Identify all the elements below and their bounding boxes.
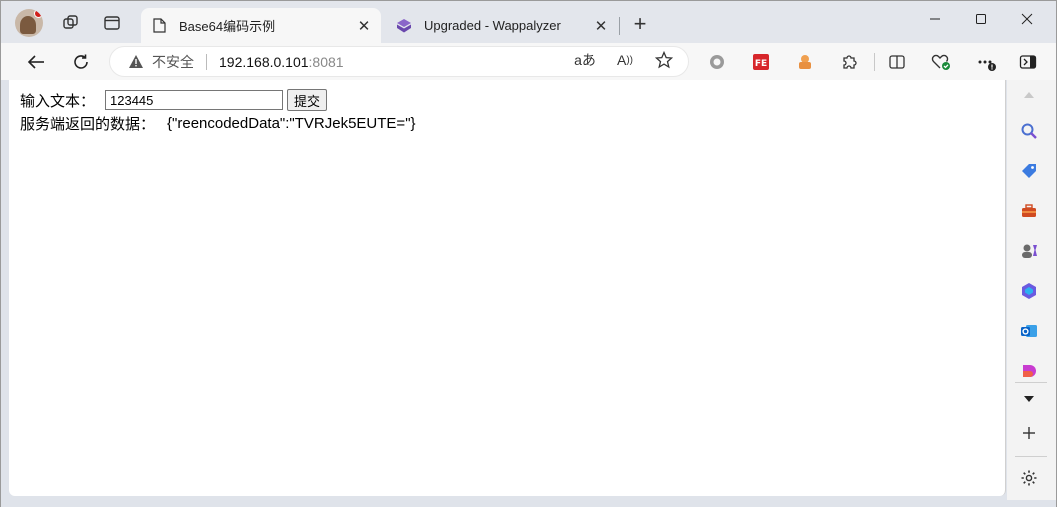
settings-gear-icon[interactable] [1018,467,1040,489]
extensions-puzzle-icon[interactable] [839,52,859,72]
response-label: 服务端返回的数据： [20,115,156,133]
security-label[interactable]: 不安全 [152,52,194,72]
workspaces-icon[interactable] [60,12,82,34]
response-row: 服务端返回的数据： {"reencodedData":"TVRJek5EUTE=… [20,112,416,134]
page-content: 输入文本： 提交 服务端返回的数据： {"reencodedData":"TVR… [9,80,1006,496]
tab-base64[interactable]: Base64编码示例 ✕ [141,8,381,43]
back-arrow-icon[interactable] [23,49,49,75]
search-icon[interactable] [1018,120,1040,142]
designer-icon[interactable] [1018,360,1040,382]
tab-actions-icon[interactable] [101,12,123,34]
scroll-down-icon[interactable] [1018,388,1040,410]
browser-essentials-icon[interactable] [931,52,951,72]
maximize-icon[interactable] [968,9,994,29]
tab-divider [619,17,620,35]
address-divider [206,53,207,70]
browser-window: Base64编码示例 ✕ Upgraded - Wappalyzer ✕ + 不… [0,0,1057,507]
address-bar[interactable]: 不安全 192.168.0.101 :8081 [109,46,689,77]
navigation-toolbar: 不安全 192.168.0.101 :8081 aあ A)) FE [1,43,1056,80]
extension-circle-icon[interactable] [707,52,727,72]
split-screen-icon[interactable] [887,52,907,72]
notification-dot [34,9,43,18]
page-icon [151,18,167,34]
text-input[interactable] [105,90,284,110]
input-row: 输入文本： 提交 [20,89,328,111]
submit-button[interactable]: 提交 [287,89,328,111]
shopping-tag-icon[interactable] [1018,160,1040,182]
sidebar-divider [1015,456,1047,457]
games-icon[interactable] [1018,240,1040,262]
tools-briefcase-icon[interactable] [1018,200,1040,222]
tab-title: Base64编码示例 [179,19,276,34]
url-host: 192.168.0.101 [219,53,309,70]
profile-avatar[interactable] [15,9,43,37]
svg-text:FE: FE [755,59,767,69]
url-port: :8081 [308,53,344,70]
new-tab-button[interactable]: + [628,13,652,37]
fe-helper-icon[interactable]: FE [751,52,771,72]
wappalyzer-icon [396,18,412,34]
tab-wappalyzer[interactable]: Upgraded - Wappalyzer ✕ [386,8,618,43]
copilot-icon[interactable] [1018,280,1040,302]
tab-bar: Base64编码示例 ✕ Upgraded - Wappalyzer ✕ + [1,1,1056,43]
read-aloud-icon[interactable]: A)) [614,49,636,71]
warning-icon[interactable] [128,54,144,70]
edge-sidebar [1007,80,1056,500]
toolbar-divider [874,53,875,71]
more-options-icon[interactable] [976,52,996,72]
avatar-figure [20,16,36,34]
tab-title: Upgraded - Wappalyzer [424,18,561,33]
scroll-up-icon[interactable] [1018,84,1040,106]
window-bottom-edge [1,500,1056,507]
favorite-star-icon[interactable] [653,49,675,71]
sidebar-divider [1015,382,1047,383]
response-value: {"reencodedData":"TVRJek5EUTE="} [167,114,416,132]
tab-close-icon[interactable]: ✕ [353,15,375,37]
outlook-icon[interactable] [1018,320,1040,342]
read-aloud-translate-icon[interactable]: aあ [574,49,596,71]
tab-close-icon[interactable]: ✕ [590,15,612,37]
sidebar-toggle-icon[interactable] [1018,52,1038,72]
add-icon[interactable] [1018,422,1040,444]
extension-orange-icon[interactable] [795,52,815,72]
input-label: 输入文本： [20,92,96,110]
refresh-icon[interactable] [68,49,94,75]
minimize-icon[interactable] [922,9,948,29]
close-icon[interactable] [1014,9,1040,29]
